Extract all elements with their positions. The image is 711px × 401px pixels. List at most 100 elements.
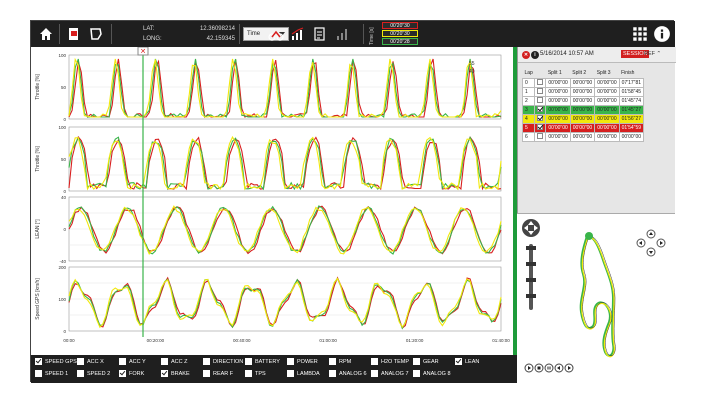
lap-number: 0	[521, 77, 536, 88]
track-map-svg[interactable]	[517, 214, 675, 384]
lap-row[interactable]: 4 00'00"00 00'00"00 00'00"00 01'56"27	[521, 113, 645, 124]
channel-label: H2O TEMP	[381, 358, 410, 365]
lap-checkbox[interactable]	[534, 95, 547, 106]
channel-acc-y[interactable]: ACC Y	[119, 358, 161, 365]
lap-row[interactable]: 5 00'00"00 00'00"00 00'00"00 01'54"59	[521, 122, 645, 133]
toolbar: LAT: 12.36098214 LONG: 42.159345 Time Time…	[31, 21, 675, 47]
lap-select-checkbox[interactable]	[537, 133, 544, 140]
lap-row[interactable]: 1 00'00"00 00'00"00 00'00"00 01'58"45	[521, 86, 645, 97]
channel-speed-2[interactable]: SPEED 2	[77, 370, 119, 377]
lap-checkbox[interactable]	[534, 122, 547, 133]
channel-lambda[interactable]: LAMBDA	[287, 370, 329, 377]
split-1: 00'00"00	[545, 86, 571, 97]
split-3: 00'00"00	[594, 131, 620, 142]
channel-battery[interactable]: BATTERY	[245, 358, 287, 365]
finish-time: 01'45"27	[618, 104, 645, 115]
channel-label: GEAR	[423, 358, 439, 365]
lap-checkbox[interactable]	[534, 113, 547, 124]
channel-checkbox[interactable]	[77, 370, 84, 377]
track-icon[interactable]	[87, 25, 105, 43]
channel-rear-f[interactable]: REAR F	[203, 370, 245, 377]
chart-icon[interactable]	[289, 25, 307, 43]
channel-direction[interactable]: DIRECTION	[203, 358, 245, 365]
grid-icon[interactable]	[631, 25, 649, 43]
lat-label: LAT:	[143, 26, 155, 32]
panel-tick-label: 100	[58, 297, 66, 302]
lap-select-checkbox[interactable]	[537, 79, 544, 86]
telemetry-charts[interactable]: Throttle [%] 0 50 100 Throttle [%] 0 50 100 LEAN…	[31, 46, 513, 349]
lap-select-checkbox[interactable]	[537, 115, 544, 122]
split-2: 00'00"00	[569, 86, 596, 97]
info-icon[interactable]: i	[531, 51, 539, 59]
track-map[interactable]	[517, 213, 675, 383]
channel-checkbox[interactable]	[35, 358, 42, 365]
channel-h2o-temp[interactable]: H2O TEMP	[371, 358, 413, 365]
channel-checkbox[interactable]	[371, 358, 378, 365]
lap-select-checkbox[interactable]	[537, 97, 544, 104]
channel-acc-z[interactable]: ACC Z	[161, 358, 203, 365]
lap-row[interactable]: 0 00'00"00 00'00"00 00'00"00 07'17"81	[521, 77, 645, 88]
lap-checkbox[interactable]	[534, 86, 547, 97]
channel-fork[interactable]: FORK	[119, 370, 161, 377]
channel-tps[interactable]: TPS	[245, 370, 287, 377]
close-icon[interactable]: ✕	[522, 51, 530, 59]
channel-checkbox[interactable]	[329, 370, 336, 377]
channel-checkbox[interactable]	[119, 358, 126, 365]
channel-power[interactable]: POWER	[287, 358, 329, 365]
channel-checkbox[interactable]	[35, 370, 42, 377]
split-2: 00'00"00	[569, 104, 596, 115]
report-icon[interactable]	[311, 25, 329, 43]
panel-tick-label: 100	[58, 53, 66, 58]
lap-checkbox[interactable]	[534, 131, 547, 142]
channel-analog-8[interactable]: ANALOG 8	[413, 370, 455, 377]
channel-checkbox[interactable]	[287, 358, 294, 365]
channel-checkbox[interactable]	[77, 358, 84, 365]
export-icon[interactable]	[65, 25, 83, 43]
split-3: 00'00"00	[594, 122, 620, 133]
channel-checkbox[interactable]	[203, 358, 210, 365]
channel-checkbox[interactable]	[455, 358, 462, 365]
lap-row[interactable]: 3 00'00"00 00'00"00 00'00"00 01'45"27	[521, 104, 645, 115]
channel-checkbox[interactable]	[119, 370, 126, 377]
lap-checkbox[interactable]	[534, 77, 547, 88]
channel-analog-6[interactable]: ANALOG 6	[329, 370, 371, 377]
lap-checkbox[interactable]	[534, 104, 547, 115]
channel-checkbox[interactable]	[287, 370, 294, 377]
channel-analog-7[interactable]: ANALOG 7	[371, 370, 413, 377]
panel-tick-label: 40	[61, 195, 67, 200]
lap-select-checkbox[interactable]	[537, 88, 544, 95]
lap-row[interactable]: 2 00'00"00 00'00"00 00'00"00 01'45"74	[521, 95, 645, 106]
channel-checkbox[interactable]	[413, 358, 420, 365]
channel-checkbox[interactable]	[245, 358, 252, 365]
channel-lean[interactable]: LEAN	[455, 358, 497, 365]
channel-speed-1[interactable]: SPEED 1	[35, 370, 77, 377]
lap-row[interactable]: 6 00'00"00 00'00"00 00'00"00 00'00"00	[521, 131, 645, 142]
lap-select-checkbox[interactable]	[537, 106, 544, 113]
channel-checkbox[interactable]	[161, 370, 168, 377]
channel-gear[interactable]: GEAR	[413, 358, 455, 365]
charts-svg[interactable]: Throttle [%] 0 50 100 Throttle [%] 0 50 100 LEAN…	[31, 46, 513, 349]
bike-icon[interactable]	[267, 25, 285, 43]
signal-icon[interactable]	[333, 25, 351, 43]
session-header: ✕ i 5/16/2014 10:57 AM SESSION REF ⌃	[518, 47, 676, 63]
channel-brake[interactable]: BRAKE	[161, 370, 203, 377]
channel-checkbox[interactable]	[371, 370, 378, 377]
pan-control[interactable]	[636, 229, 666, 257]
channel-rpm[interactable]: RPM	[329, 358, 371, 365]
channel-checkbox[interactable]	[203, 370, 210, 377]
channel-checkbox[interactable]	[413, 370, 420, 377]
split-1: 00'00"00	[545, 122, 571, 133]
split-1: 00'00"00	[545, 104, 571, 115]
split-2: 00'00"00	[569, 77, 596, 88]
channel-speed-gps[interactable]: SPEED GPS	[35, 358, 77, 365]
channel-checkbox[interactable]	[161, 358, 168, 365]
x-tick-label: 00:40:00	[233, 338, 251, 343]
lap-select-checkbox[interactable]	[537, 124, 544, 131]
info-icon[interactable]	[653, 25, 671, 43]
home-icon[interactable]	[37, 25, 55, 43]
ref-button[interactable]: REF ⌃	[644, 51, 661, 57]
channel-checkbox[interactable]	[245, 370, 252, 377]
channel-checkbox[interactable]	[329, 358, 336, 365]
channel-acc-x[interactable]: ACC X	[77, 358, 119, 365]
playback-controls[interactable]	[524, 363, 574, 373]
